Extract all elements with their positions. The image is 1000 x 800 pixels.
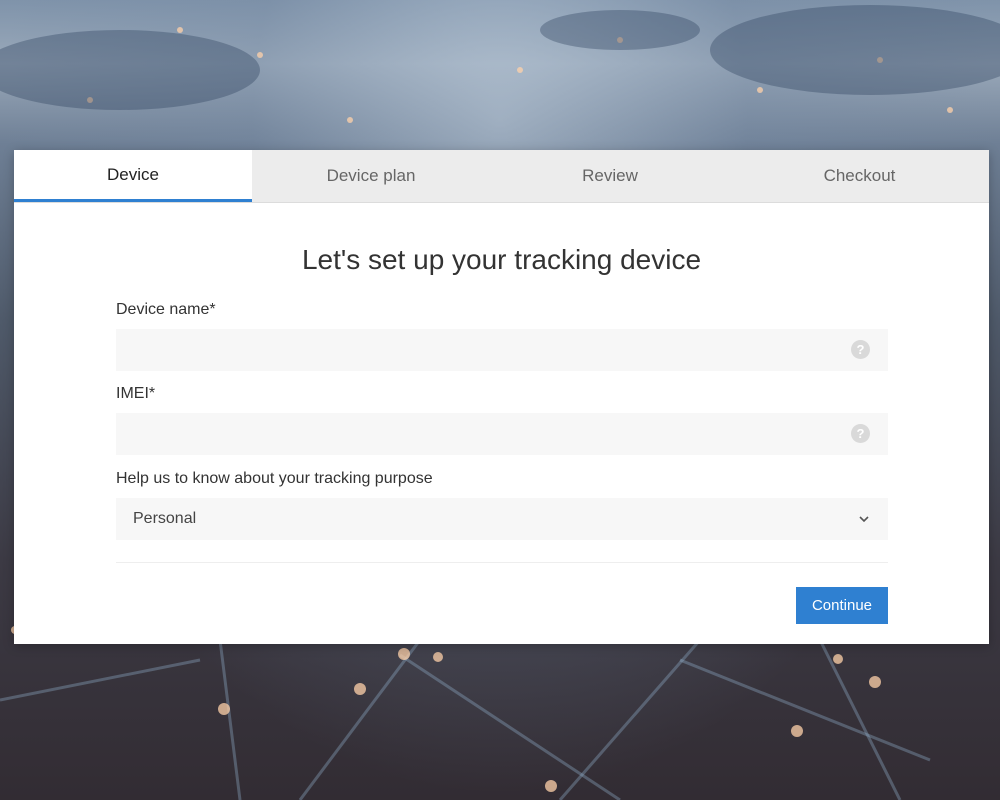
tracking-purpose-group: Help us to know about your tracking purp… — [116, 469, 888, 540]
tracking-purpose-select[interactable]: Personal — [116, 498, 888, 540]
tab-review[interactable]: Review — [490, 150, 730, 202]
imei-label: IMEI* — [116, 385, 156, 402]
tracking-purpose-value: Personal — [133, 510, 197, 527]
tab-device[interactable]: Device — [14, 150, 252, 202]
device-name-input[interactable] — [116, 329, 888, 371]
device-name-label: Device name* — [116, 301, 216, 318]
question-circle-icon[interactable]: ? — [851, 340, 870, 359]
setup-wizard-card: Device Device plan Review Checkout Let's… — [14, 150, 989, 644]
imei-field-wrapper: ? — [116, 413, 888, 455]
question-circle-icon[interactable]: ? — [851, 424, 870, 443]
tab-device-plan[interactable]: Device plan — [252, 150, 490, 202]
imei-input[interactable] — [116, 413, 888, 455]
imei-group: IMEI* ? — [116, 384, 888, 455]
chevron-down-icon — [859, 516, 869, 523]
page-title: Let's set up your tracking device — [301, 244, 702, 275]
tab-checkout[interactable]: Checkout — [730, 150, 989, 202]
device-name-group: Device name* ? — [116, 300, 888, 371]
device-name-field-wrapper: ? — [116, 329, 888, 371]
wizard-tabs: Device Device plan Review Checkout — [14, 150, 989, 203]
tracking-purpose-label: Help us to know about your tracking purp… — [116, 470, 433, 487]
continue-button[interactable]: Continue — [796, 587, 888, 624]
form-divider — [116, 562, 888, 563]
